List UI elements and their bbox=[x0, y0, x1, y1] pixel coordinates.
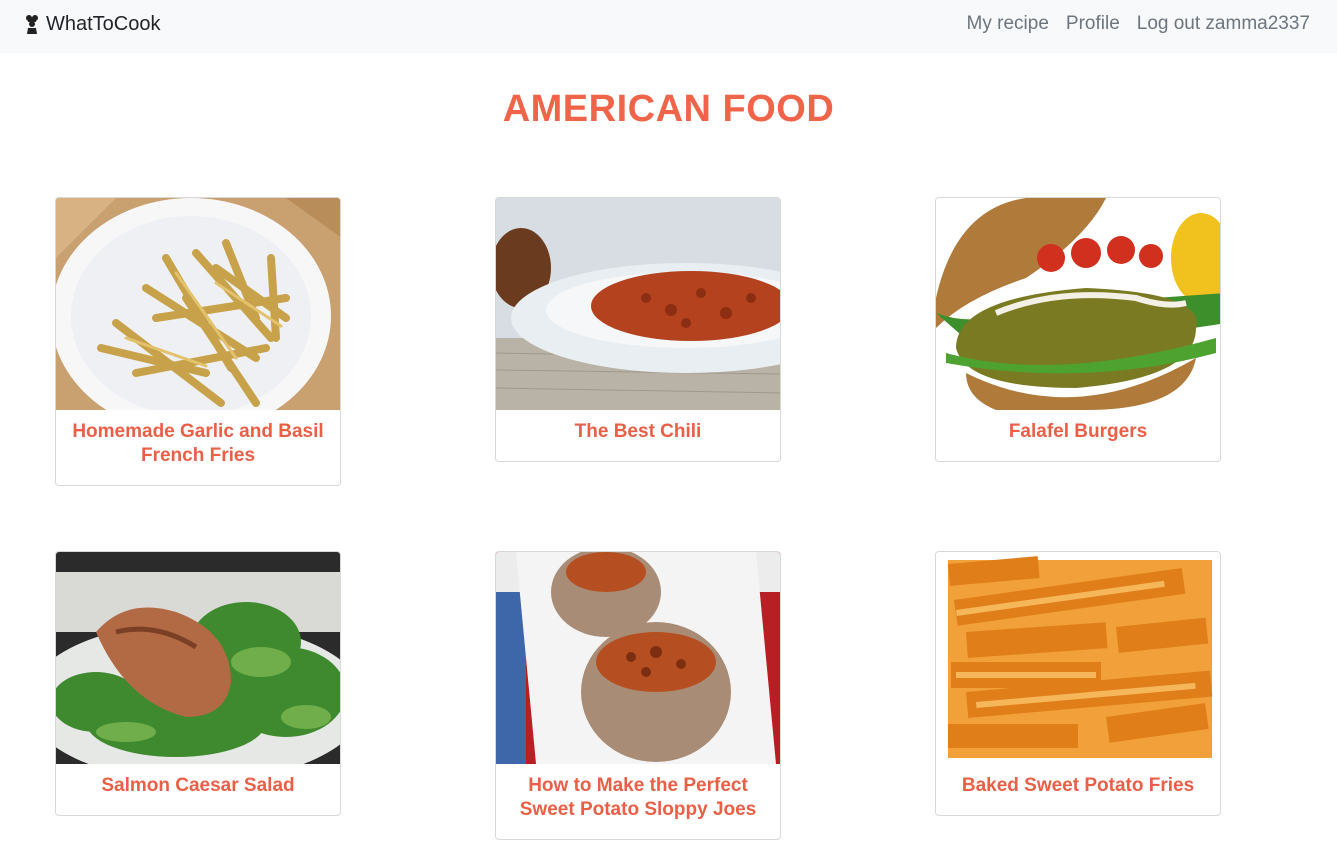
navbar: WhatToCook My recipe Profile Log out zam… bbox=[0, 0, 1337, 53]
recipe-card[interactable]: Falafel Burgers bbox=[935, 197, 1221, 462]
page-title: AMERICAN FOOD bbox=[502, 88, 835, 130]
recipe-title[interactable]: How to Make the Perfect Sweet Potato Slo… bbox=[496, 764, 780, 839]
recipe-card[interactable]: Homemade Garlic and Basil French Fries bbox=[55, 197, 341, 486]
recipe-card[interactable]: Baked Sweet Potato Fries bbox=[935, 551, 1221, 816]
chili-photo bbox=[496, 198, 780, 410]
nav-my-recipe[interactable]: My recipe bbox=[967, 13, 1049, 35]
nav-links: My recipe Profile Log out zamma2337 bbox=[967, 11, 1310, 37]
nav-profile[interactable]: Profile bbox=[1066, 13, 1120, 35]
sweet-potato-sloppy-joes-photo bbox=[496, 552, 780, 764]
recipe-title[interactable]: Falafel Burgers bbox=[936, 410, 1220, 461]
recipe-title[interactable]: Salmon Caesar Salad bbox=[56, 764, 340, 815]
sweet-potato-fries-photo bbox=[936, 552, 1220, 764]
recipe-title[interactable]: Homemade Garlic and Basil French Fries bbox=[56, 410, 340, 485]
french-fries-photo bbox=[56, 198, 340, 410]
chef-icon bbox=[24, 14, 40, 34]
recipe-card[interactable]: How to Make the Perfect Sweet Potato Slo… bbox=[495, 551, 781, 840]
falafel-burger-photo bbox=[936, 198, 1220, 410]
recipe-card[interactable]: The Best Chili bbox=[495, 197, 781, 462]
recipe-card[interactable]: Salmon Caesar Salad bbox=[55, 551, 341, 816]
brand-link[interactable]: WhatToCook bbox=[24, 11, 161, 37]
recipe-title[interactable]: Baked Sweet Potato Fries bbox=[936, 764, 1220, 815]
recipe-title[interactable]: The Best Chili bbox=[496, 410, 780, 461]
salmon-caesar-salad-photo bbox=[56, 552, 340, 764]
nav-logout[interactable]: Log out zamma2337 bbox=[1137, 13, 1310, 35]
brand-label: WhatToCook bbox=[46, 12, 161, 35]
